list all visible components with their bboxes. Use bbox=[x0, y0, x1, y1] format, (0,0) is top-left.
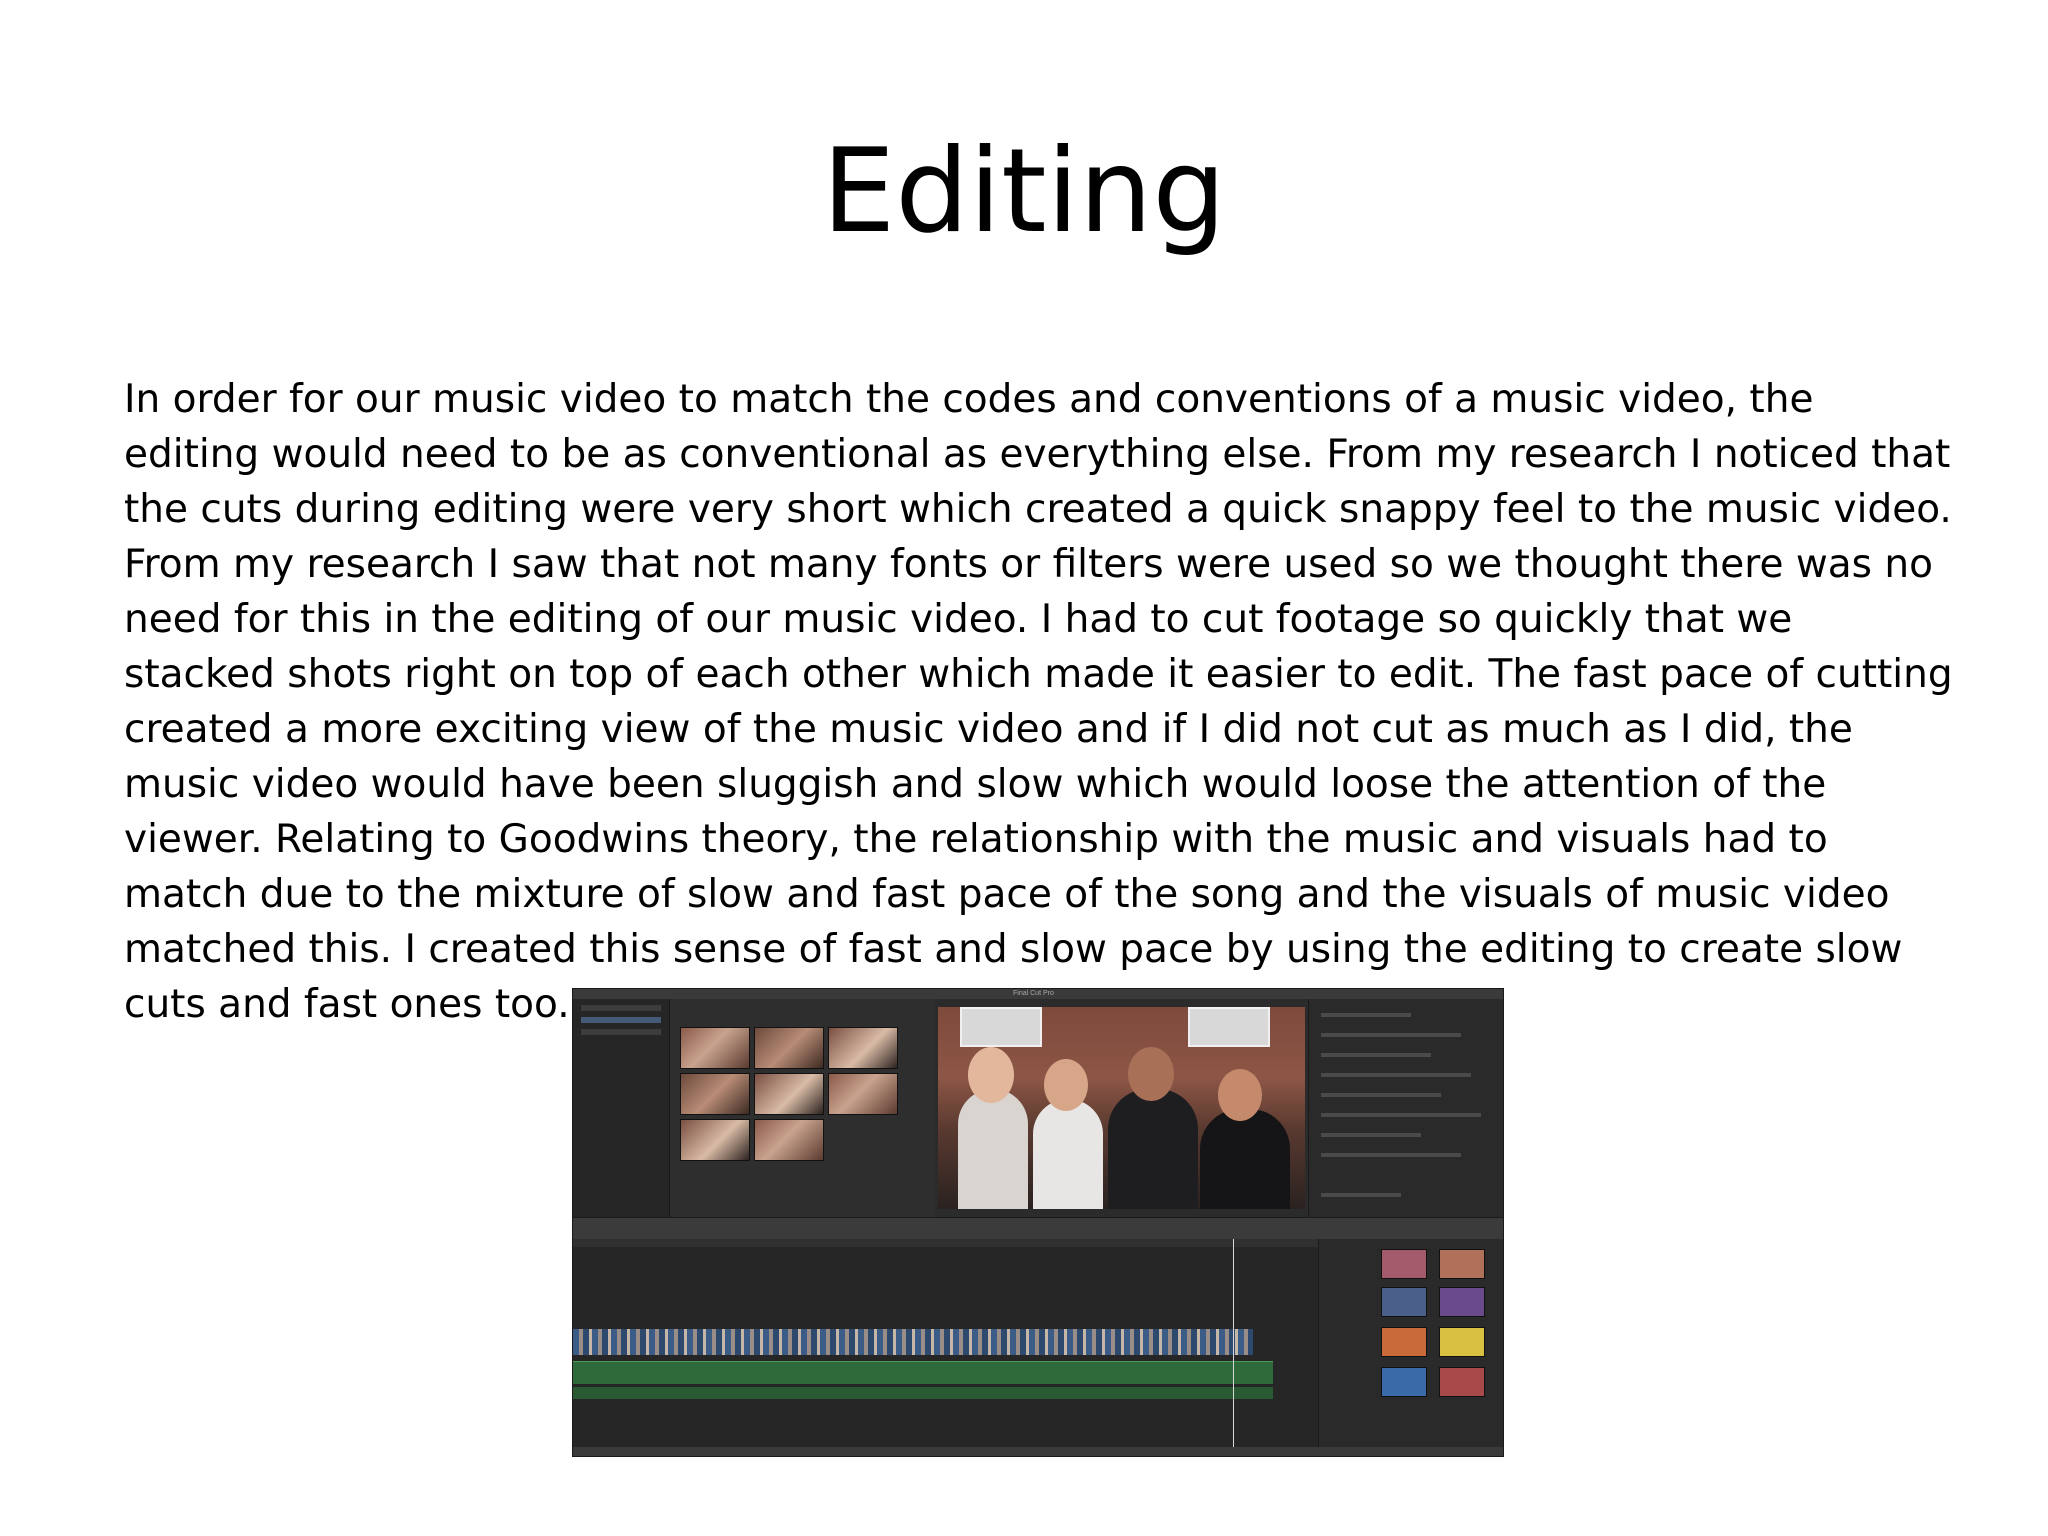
editor-status-bar bbox=[573, 1447, 1503, 1456]
video-clip-track bbox=[573, 1329, 1253, 1355]
editor-title-bar: Final Cut Pro bbox=[573, 989, 1503, 999]
editor-window-title: Final Cut Pro bbox=[1013, 990, 1054, 997]
editing-software-screenshot: Final Cut Pro bbox=[572, 988, 1504, 1457]
editor-inspector-panel bbox=[1308, 999, 1503, 1217]
slide: Editing In order for our music video to … bbox=[0, 0, 2048, 1536]
playhead bbox=[1233, 1239, 1234, 1447]
editor-video-viewer bbox=[938, 1007, 1305, 1209]
editor-clip-browser bbox=[670, 999, 935, 1217]
editor-toolbar bbox=[573, 1217, 1503, 1241]
editor-effects-browser bbox=[1318, 1239, 1503, 1447]
slide-title: Editing bbox=[821, 124, 1227, 259]
slide-body-text: In order for our music video to match th… bbox=[124, 377, 1953, 1027]
audio-track bbox=[573, 1361, 1273, 1384]
editor-timeline bbox=[573, 1239, 1318, 1447]
editor-library-sidebar bbox=[573, 999, 670, 1217]
